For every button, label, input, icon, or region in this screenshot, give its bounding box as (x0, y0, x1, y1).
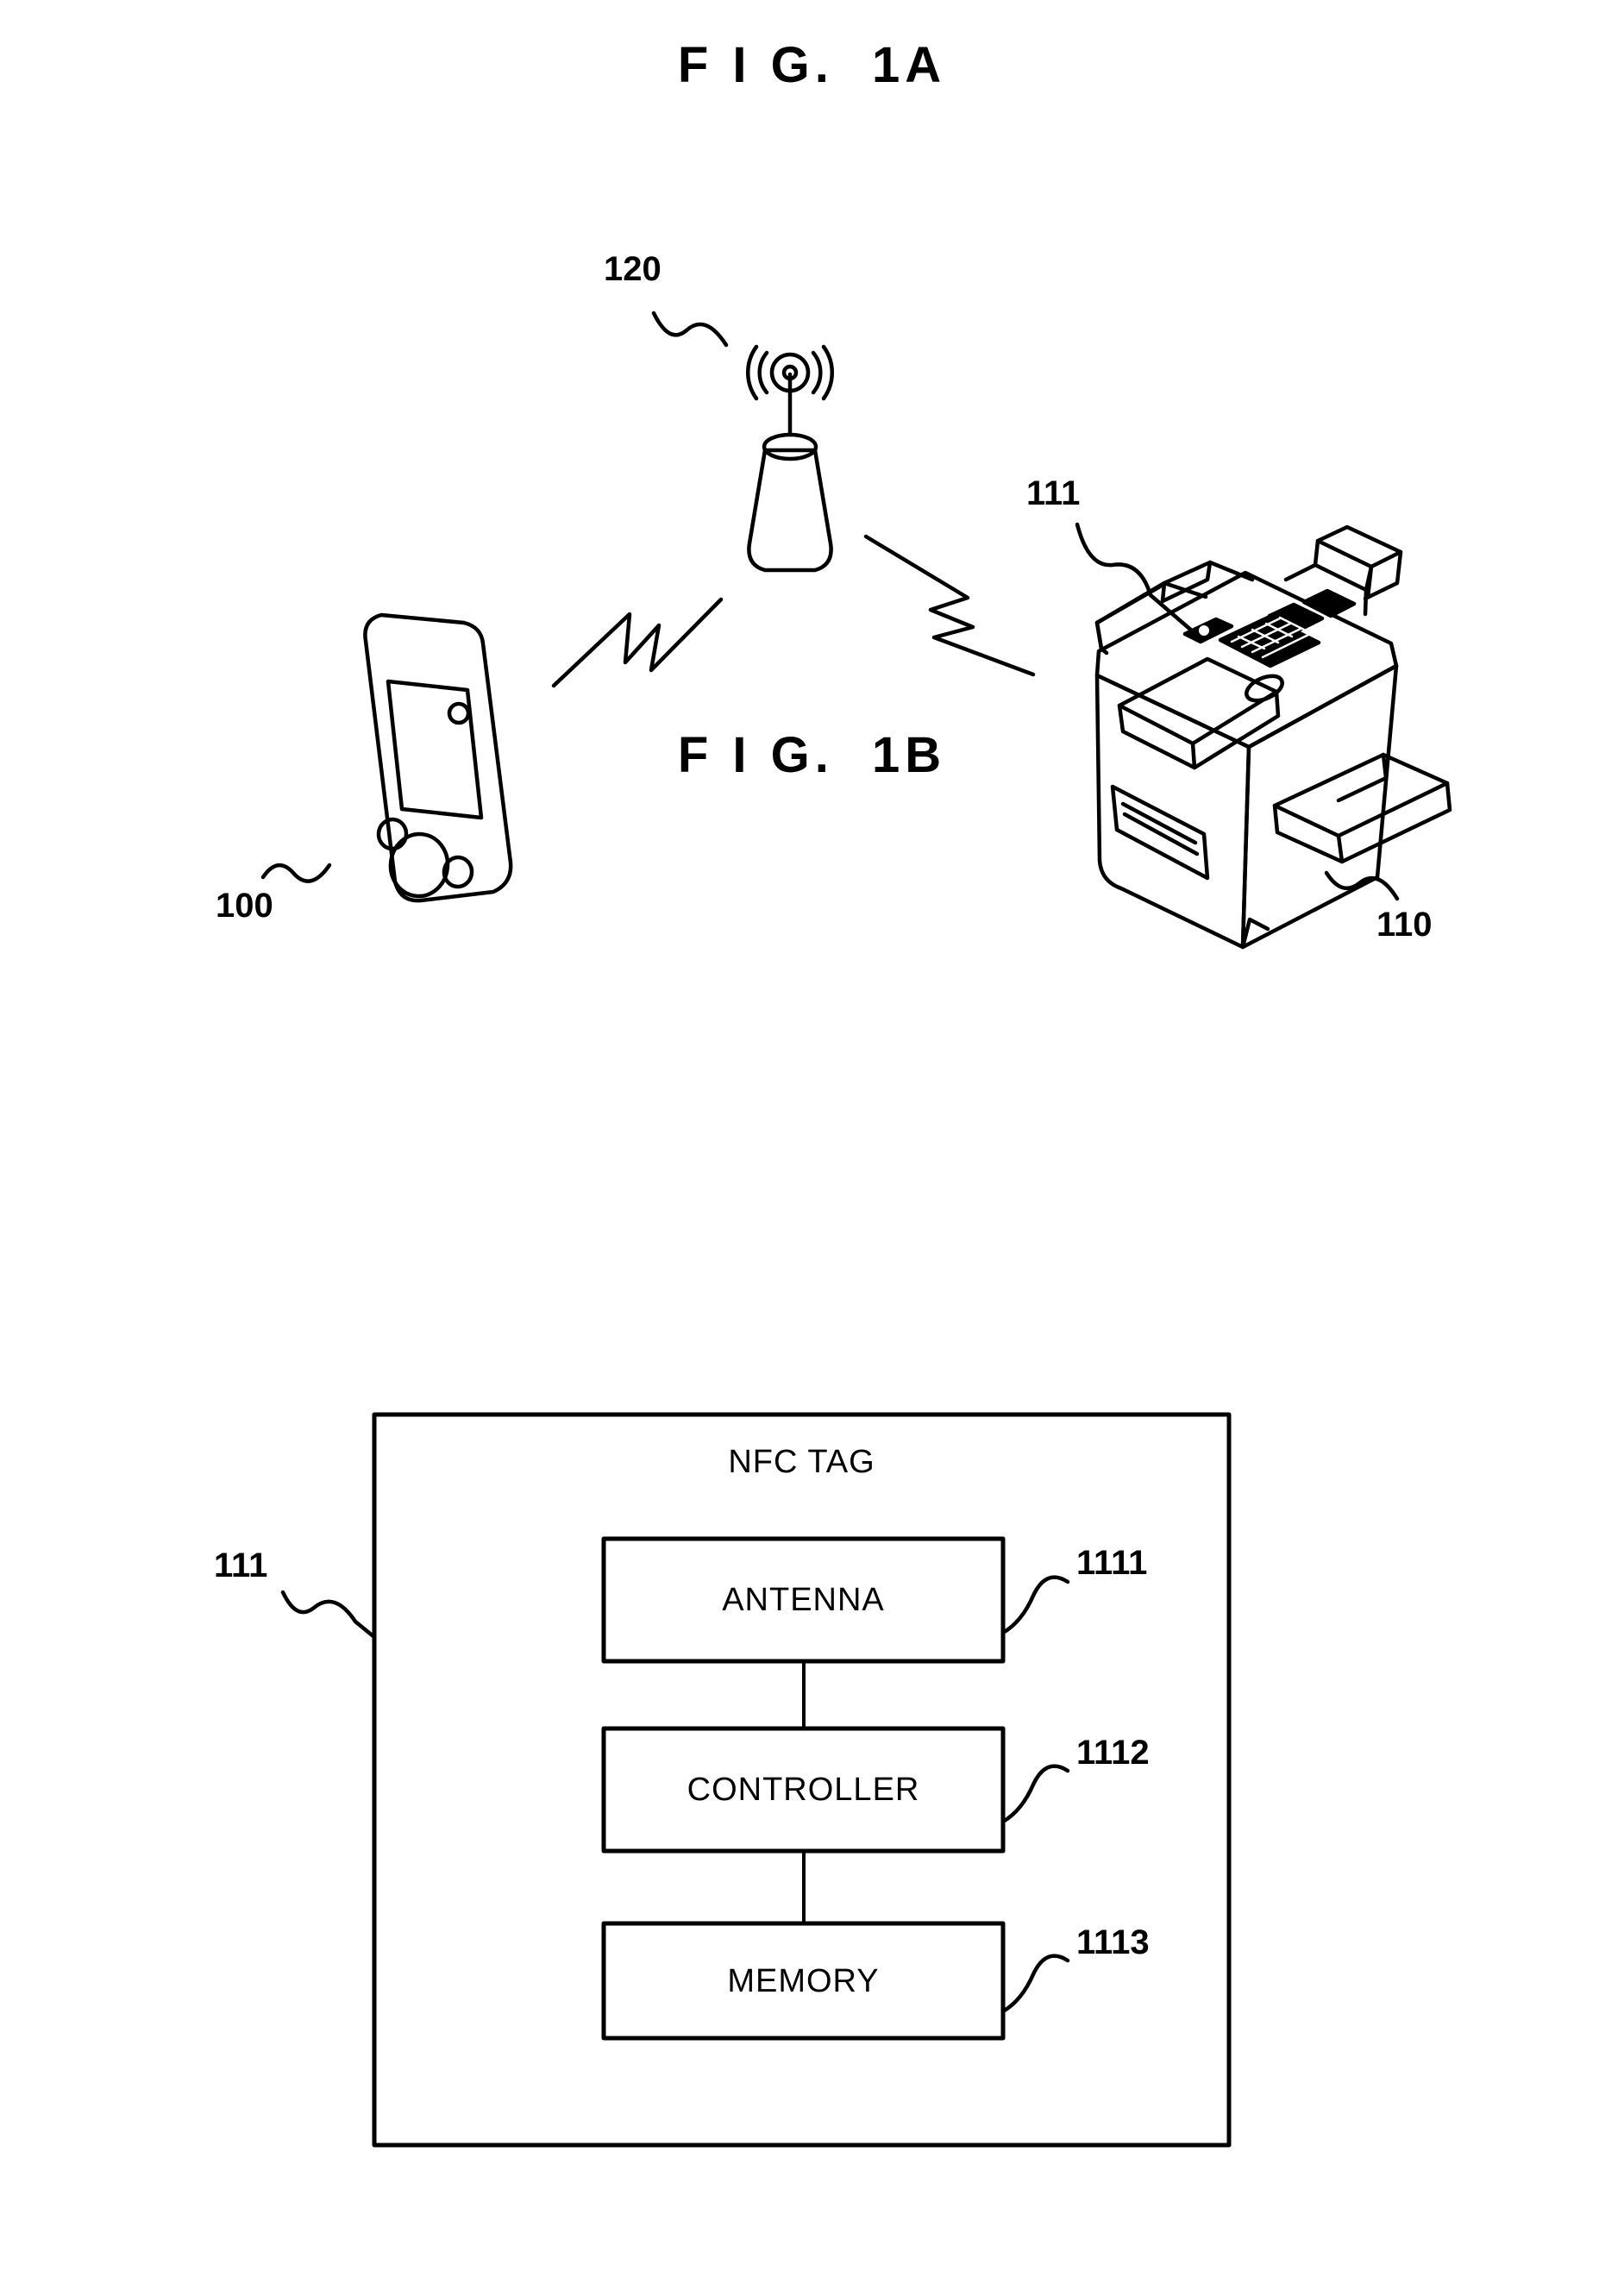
figure-1a-title: F I G. 1A (677, 37, 947, 93)
figure-artwork-layer (260, 311, 1452, 2148)
ref-label-120: 120 (604, 250, 662, 288)
leader-line-1111 (1000, 1575, 1070, 1635)
ref-label-110: 110 (1376, 906, 1433, 944)
ref-label-1112: 1112 (1076, 1734, 1150, 1772)
leader-line-110 (1324, 870, 1400, 901)
ref-label-1111: 1111 (1076, 1544, 1148, 1582)
memory-block-label: MEMORY (727, 1963, 880, 1999)
ref-label-100: 100 (216, 887, 273, 925)
antenna-block-label: ANTENNA (722, 1582, 885, 1618)
ref-label-111-fig1a: 111 (1026, 474, 1081, 512)
patent-figure-sheet: F I G. 1A F I G. 1B 120 111 110 100 NFC … (0, 0, 1624, 2290)
leader-line-100 (260, 863, 332, 883)
wireless-link-phone-to-ap-icon (551, 597, 724, 688)
leader-line-111-fig1b (280, 1590, 377, 1640)
ref-label-111-fig1b: 111 (214, 1547, 268, 1584)
wireless-access-point-icon (746, 344, 834, 573)
nfc-tag-box-label: NFC TAG (728, 1444, 875, 1480)
controller-block-label: CONTROLLER (687, 1772, 920, 1808)
leader-line-1112 (1000, 1764, 1070, 1824)
ref-label-1113: 1113 (1076, 1923, 1150, 1961)
figure-1b-title: F I G. 1B (677, 727, 947, 783)
leader-line-1113 (1000, 1954, 1070, 2014)
leader-line-111-fig1a (1075, 522, 1196, 635)
leader-line-120 (651, 311, 729, 348)
wireless-link-ap-to-printer-icon (863, 534, 1036, 677)
